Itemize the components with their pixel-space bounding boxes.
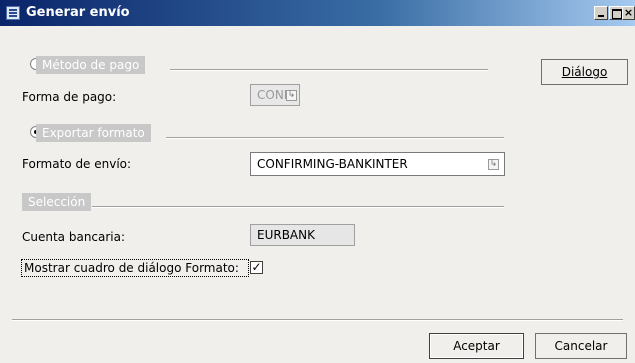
aceptar-button[interactable]: Aceptar [429, 333, 524, 359]
metodo-pago-divider [170, 69, 488, 71]
exportar-formato-section-label: Exportar formato [36, 124, 151, 142]
formato-envio-label: Formato de envío: [22, 157, 132, 171]
seleccion-section-label: Selección [22, 193, 92, 211]
dialogo-button[interactable]: Diálogo [541, 59, 628, 85]
window-title: Generar envío [26, 5, 130, 20]
seleccion-divider [92, 206, 504, 208]
mostrar-dialogo-checkbox[interactable]: ✓ [250, 261, 263, 274]
cuenta-bancaria-label: Cuenta bancaria: [22, 230, 126, 244]
formato-envio-field[interactable]: CONFIRMING-BANKINTER [250, 152, 505, 176]
forma-pago-label: Forma de pago: [22, 90, 117, 104]
aceptar-button-label: Aceptar [453, 339, 500, 353]
metodo-pago-section-label: Método de pago [36, 56, 146, 74]
footer-divider [12, 319, 623, 321]
dialogo-button-label: Diálogo [561, 65, 608, 79]
formato-envio-value: CONFIRMING-BANKINTER [257, 157, 408, 171]
maximize-button[interactable] [609, 6, 623, 20]
title-bar[interactable]: Generar envío × [0, 0, 635, 26]
formato-envio-lookup-icon[interactable]: ↳ [488, 159, 499, 170]
forma-pago-lookup-icon: ↳ [286, 90, 297, 101]
cuenta-bancaria-field: EURBANK [250, 224, 355, 246]
checkmark-icon: ✓ [251, 260, 262, 274]
generar-envio-window: Generar envío × Método de pago Diálogo F… [0, 0, 635, 363]
window-form-icon [6, 6, 20, 20]
close-button[interactable]: × [622, 6, 635, 20]
mostrar-dialogo-label: Mostrar cuadro de diálogo Formato: [24, 261, 239, 275]
cancelar-button-label: Cancelar [554, 339, 608, 353]
cuenta-bancaria-value: EURBANK [257, 228, 315, 242]
exportar-formato-divider [166, 137, 504, 139]
minimize-button[interactable] [594, 6, 608, 20]
cancelar-button[interactable]: Cancelar [535, 333, 627, 359]
